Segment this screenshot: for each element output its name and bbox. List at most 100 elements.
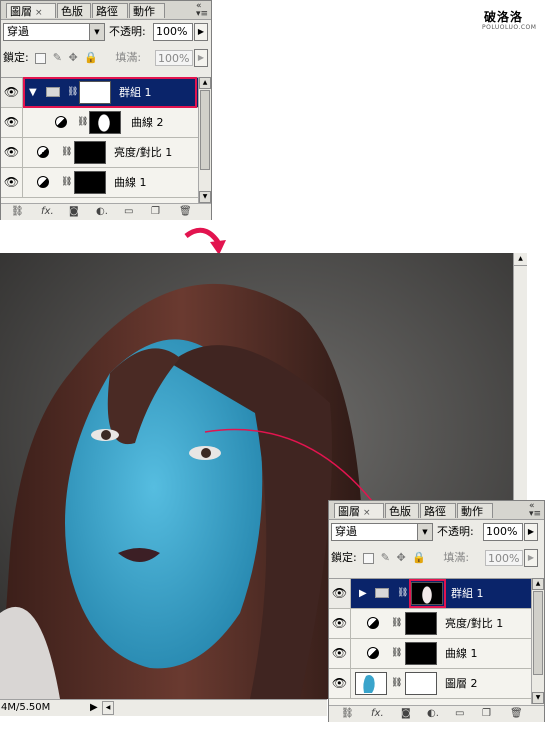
tab-channels[interactable]: 色版 <box>385 503 419 518</box>
new-adjustment-icon[interactable]: ◐. <box>427 708 439 719</box>
eye-icon[interactable]: 👁 <box>329 609 351 638</box>
trash-icon[interactable]: 🗑 <box>179 206 192 217</box>
layer-mask-thumbnail[interactable] <box>405 612 437 635</box>
new-group-icon[interactable]: ▭ <box>124 206 133 217</box>
adjustment-layer-icon <box>37 176 49 188</box>
scroll-down-icon[interactable]: ▼ <box>199 191 211 203</box>
eye-icon[interactable]: 👁 <box>329 669 351 698</box>
adjustment-layer-icon <box>367 647 379 659</box>
scroll-up-icon[interactable]: ▲ <box>514 253 527 266</box>
fill-value[interactable]: 100% <box>155 50 193 66</box>
layer-row-curves-1[interactable]: 👁 ⛓ 曲線 1 <box>329 639 531 669</box>
layer-name: 圖層 2 <box>445 677 478 690</box>
eye-icon[interactable]: 👁 <box>1 138 23 167</box>
expand-triangle-icon[interactable]: ▶ <box>359 579 367 608</box>
tab-channels[interactable]: 色版 <box>57 3 91 18</box>
lock-paint-icon[interactable]: ✎ <box>53 51 62 64</box>
eye-icon[interactable]: 👁 <box>1 168 23 197</box>
link-icon: ⛓ <box>397 588 409 598</box>
layers-scrollbar[interactable]: ▲ ▼ <box>531 578 544 704</box>
close-icon[interactable]: × <box>35 8 43 18</box>
layer-mask-thumbnail[interactable] <box>405 672 437 695</box>
link-icon: ⛓ <box>391 678 403 688</box>
layer-thumbnail[interactable] <box>355 672 387 695</box>
layer-name: 群組 1 <box>451 587 484 600</box>
link-icon: ⛓ <box>61 147 73 157</box>
lock-move-icon[interactable]: ✥ <box>396 551 405 564</box>
new-group-icon[interactable]: ▭ <box>455 708 464 719</box>
lock-paint-icon[interactable]: ✎ <box>381 551 390 564</box>
add-mask-icon[interactable]: ◙ <box>401 708 411 719</box>
lock-all-icon[interactable]: 🔒 <box>412 551 426 564</box>
eye-icon[interactable]: 👁 <box>1 78 23 107</box>
fill-label: 填滿: <box>115 51 142 64</box>
link-icon: ⛓ <box>61 177 73 187</box>
tab-actions[interactable]: 動作 <box>457 503 493 518</box>
lock-label: 鎖定: <box>331 551 357 564</box>
layer-name: 曲線 1 <box>445 647 478 660</box>
logo-title: 破洛洛 <box>484 10 524 24</box>
layer-row-brightness-contrast-1[interactable]: 👁 ⛓ 亮度/對比 1 <box>1 138 198 168</box>
layer-mask-thumbnail[interactable] <box>405 642 437 665</box>
layer-row-brightness-contrast-1[interactable]: 👁 ⛓ 亮度/對比 1 <box>329 609 531 639</box>
tab-actions[interactable]: 動作 <box>129 3 165 18</box>
adjustment-layer-icon <box>37 146 49 158</box>
layers-scrollbar[interactable]: ▲ ▼ <box>198 77 211 203</box>
new-layer-icon[interactable]: ❐ <box>151 206 160 217</box>
tab-layers[interactable]: 圖層 × <box>334 503 384 518</box>
panel-menu-icon[interactable]: «▾≡ <box>196 2 208 19</box>
opacity-input[interactable]: 100% <box>153 23 193 41</box>
layer-row-curves-1[interactable]: 👁 ⛓ 曲線 1 <box>1 168 198 198</box>
blend-mode-select[interactable]: 穿過 ▼ <box>331 523 433 541</box>
fx-icon[interactable]: fx. <box>371 708 384 719</box>
new-layer-icon[interactable]: ❐ <box>482 708 491 719</box>
new-adjustment-icon[interactable]: ◐. <box>96 206 108 217</box>
scroll-left-icon[interactable]: ◀ <box>102 701 114 715</box>
panel-footer: ⛓ fx. ◙ ◐. ▭ ❐ 🗑 <box>329 705 544 722</box>
lock-transparency-icon[interactable] <box>35 52 47 64</box>
eye-icon[interactable]: 👁 <box>329 639 351 668</box>
highlight-frame <box>23 77 197 108</box>
layer-mask-thumbnail[interactable] <box>89 111 121 134</box>
link-layers-icon[interactable]: ⛓ <box>341 708 354 719</box>
opacity-input[interactable]: 100% <box>483 523 523 541</box>
scroll-up-icon[interactable]: ▲ <box>199 77 211 89</box>
layer-row-layer-2[interactable]: 👁 ⛓ 圖層 2 <box>329 669 531 699</box>
lock-all-icon[interactable]: 🔒 <box>84 51 98 64</box>
chevron-down-icon: ▼ <box>417 524 432 540</box>
trash-icon[interactable]: 🗑 <box>510 708 523 719</box>
fx-icon[interactable]: fx. <box>41 206 54 217</box>
tab-paths[interactable]: 路徑 <box>92 3 128 18</box>
scroll-thumb[interactable] <box>200 90 210 170</box>
blend-row: 穿過 ▼ 不透明: 100% ▶ <box>331 523 542 545</box>
layer-name: 亮度/對比 1 <box>114 146 173 159</box>
blend-mode-select[interactable]: 穿過 ▼ <box>3 23 105 41</box>
status-arrow-icon[interactable]: ▶ <box>90 700 98 716</box>
layer-row-curves-2[interactable]: 👁 ⛓ 曲線 2 <box>1 108 198 138</box>
panel-tabs: 圖層 × 色版 路徑 動作 «▾≡ <box>1 1 211 20</box>
fill-arrow-icon[interactable]: ▶ <box>524 549 538 567</box>
layer-mask-thumbnail[interactable] <box>74 141 106 164</box>
lock-move-icon[interactable]: ✥ <box>68 51 77 64</box>
link-layers-icon[interactable]: ⛓ <box>11 206 24 217</box>
fill-arrow-icon[interactable]: ▶ <box>194 49 208 67</box>
fill-label: 填滿: <box>443 551 470 564</box>
fill-value[interactable]: 100% <box>485 550 523 566</box>
folder-icon <box>375 588 389 598</box>
eye-icon[interactable]: 👁 <box>1 108 23 137</box>
tab-paths[interactable]: 路徑 <box>420 503 456 518</box>
opacity-arrow-icon[interactable]: ▶ <box>194 23 208 41</box>
close-icon[interactable]: × <box>363 508 371 518</box>
opacity-arrow-icon[interactable]: ▶ <box>524 523 538 541</box>
add-mask-icon[interactable]: ◙ <box>69 206 79 217</box>
layer-mask-thumbnail[interactable] <box>74 171 106 194</box>
tab-layers[interactable]: 圖層 × <box>6 3 56 18</box>
eye-icon[interactable]: 👁 <box>329 579 351 608</box>
lock-transparency-icon[interactable] <box>363 552 375 564</box>
scroll-up-icon[interactable]: ▲ <box>532 578 544 590</box>
scroll-thumb[interactable] <box>533 591 543 675</box>
layer-name: 曲線 2 <box>131 116 164 129</box>
scroll-down-icon[interactable]: ▼ <box>532 692 544 704</box>
panel-menu-icon[interactable]: «▾≡ <box>529 502 541 519</box>
link-icon: ⛓ <box>77 117 89 127</box>
